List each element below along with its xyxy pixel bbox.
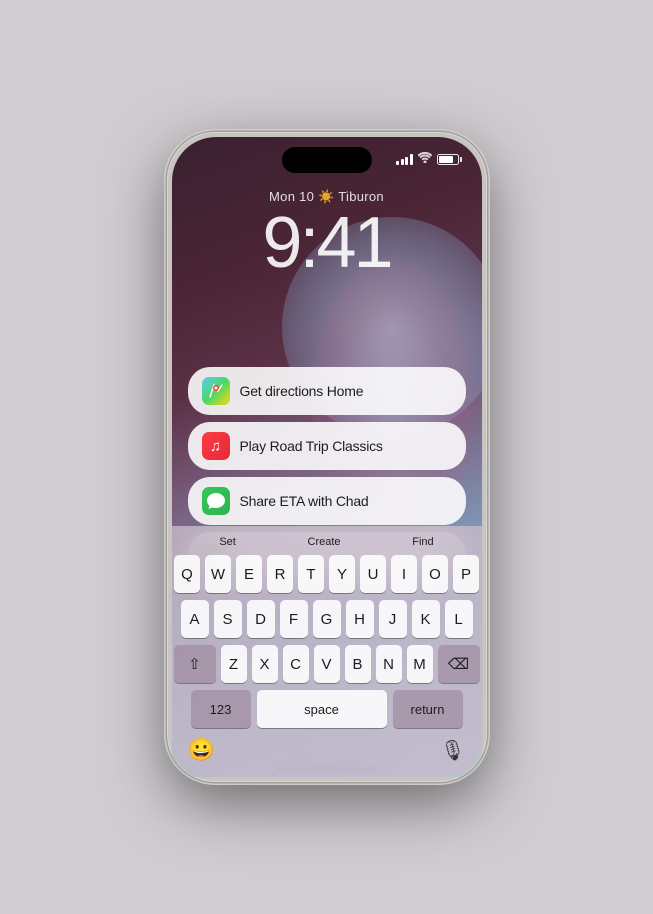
- music-icon: ♫: [202, 432, 230, 460]
- key-w[interactable]: W: [205, 555, 231, 593]
- suggestion-directions-text: Get directions Home: [240, 383, 364, 399]
- status-icons: [396, 152, 462, 166]
- key-f[interactable]: F: [280, 600, 308, 638]
- key-t[interactable]: T: [298, 555, 324, 593]
- suggestion-messages[interactable]: Share ETA with Chad: [188, 477, 466, 525]
- emoji-icon[interactable]: 😀: [182, 735, 221, 765]
- key-delete[interactable]: ⌫: [438, 645, 480, 683]
- suggestion-directions[interactable]: Get directions Home: [188, 367, 466, 415]
- dynamic-island: [282, 147, 372, 173]
- key-h[interactable]: H: [346, 600, 374, 638]
- messages-icon: [202, 487, 230, 515]
- key-d[interactable]: D: [247, 600, 275, 638]
- phone-screen: Mon 10 ☀️ Tiburon 9:41: [172, 137, 482, 777]
- lock-info: Mon 10 ☀️ Tiburon 9:41: [172, 189, 482, 279]
- keyboard-bottom: 😀 🎙: [176, 728, 478, 767]
- maps-icon: [202, 377, 230, 405]
- suggestion-messages-text: Share ETA with Chad: [240, 493, 369, 509]
- suggestion-music-text: Play Road Trip Classics: [240, 438, 383, 454]
- key-e[interactable]: E: [236, 555, 262, 593]
- wifi-icon: [418, 152, 432, 166]
- key-r[interactable]: R: [267, 555, 293, 593]
- key-return[interactable]: return: [393, 690, 463, 728]
- key-o[interactable]: O: [422, 555, 448, 593]
- key-y[interactable]: Y: [329, 555, 355, 593]
- key-q[interactable]: Q: [174, 555, 200, 593]
- key-p[interactable]: P: [453, 555, 479, 593]
- signal-bar-3: [405, 157, 408, 165]
- key-a[interactable]: A: [181, 600, 209, 638]
- key-u[interactable]: U: [360, 555, 386, 593]
- shortcut-find[interactable]: Find: [406, 534, 439, 550]
- key-space[interactable]: space: [257, 690, 387, 728]
- shortcut-set[interactable]: Set: [213, 534, 242, 550]
- key-row-3: ⇧ Z X C V B N M ⌫: [178, 645, 476, 683]
- phone-frame: Mon 10 ☀️ Tiburon 9:41: [167, 132, 487, 782]
- key-j[interactable]: J: [379, 600, 407, 638]
- signal-icon: [396, 154, 413, 165]
- shortcut-create[interactable]: Create: [302, 534, 347, 550]
- key-i[interactable]: I: [391, 555, 417, 593]
- key-m[interactable]: M: [407, 645, 433, 683]
- signal-bar-1: [396, 161, 399, 165]
- keyboard-rows: Q W E R T Y U I O P A S D F G: [176, 555, 478, 728]
- key-k[interactable]: K: [412, 600, 440, 638]
- key-row-2: A S D F G H J K L: [178, 600, 476, 638]
- key-b[interactable]: B: [345, 645, 371, 683]
- key-s[interactable]: S: [214, 600, 242, 638]
- key-c[interactable]: C: [283, 645, 309, 683]
- key-n[interactable]: N: [376, 645, 402, 683]
- time-display: 9:41: [172, 207, 482, 279]
- signal-bar-4: [410, 154, 413, 165]
- key-row-4: 123 space return: [178, 690, 476, 728]
- key-g[interactable]: G: [313, 600, 341, 638]
- key-v[interactable]: V: [314, 645, 340, 683]
- key-x[interactable]: X: [252, 645, 278, 683]
- microphone-icon[interactable]: 🎙: [434, 736, 471, 765]
- key-123[interactable]: 123: [191, 690, 251, 728]
- keyboard-shortcuts: Set Create Find: [176, 532, 478, 555]
- battery-icon: [437, 154, 462, 165]
- key-z[interactable]: Z: [221, 645, 247, 683]
- signal-bar-2: [401, 159, 404, 165]
- key-shift[interactable]: ⇧: [174, 645, 216, 683]
- keyboard: Set Create Find Q W E R T Y U I O P: [172, 526, 482, 777]
- key-l[interactable]: L: [445, 600, 473, 638]
- suggestion-music[interactable]: ♫ Play Road Trip Classics: [188, 422, 466, 470]
- key-row-1: Q W E R T Y U I O P: [178, 555, 476, 593]
